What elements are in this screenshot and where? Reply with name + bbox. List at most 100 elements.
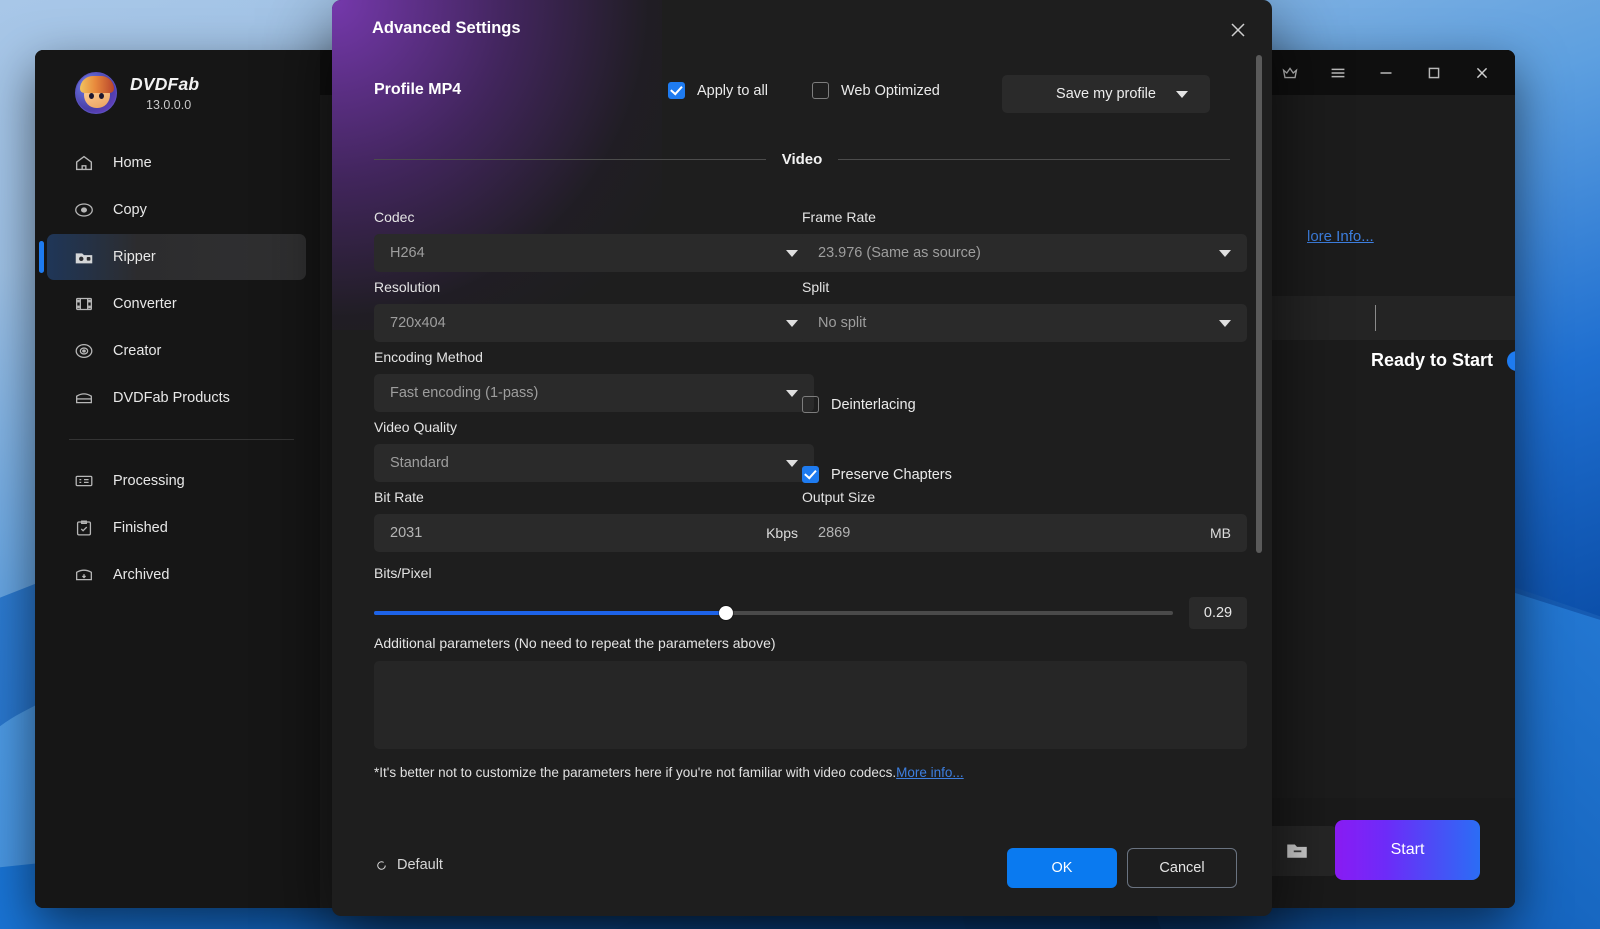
apply-to-all-checkbox[interactable]: Apply to all bbox=[668, 82, 768, 99]
slider-fill bbox=[374, 611, 726, 615]
sidebar-item-label: Copy bbox=[113, 202, 147, 218]
bit-rate-field: Bit Rate 2031 Kbps bbox=[374, 489, 814, 552]
bit-rate-input[interactable]: 2031 Kbps bbox=[374, 514, 814, 552]
profile-row: Profile MP4 Apply to all Web Optimized S… bbox=[332, 75, 1272, 117]
codec-value: H264 bbox=[390, 245, 425, 261]
divider-left bbox=[374, 159, 766, 160]
hamburger-menu-icon[interactable] bbox=[1327, 62, 1349, 84]
sidebar-item-archived[interactable]: Archived bbox=[47, 552, 306, 598]
sidebar-item-label: Home bbox=[113, 155, 152, 171]
video-quality-value: Standard bbox=[390, 455, 449, 471]
background-input-field[interactable] bbox=[1270, 296, 1515, 340]
codec-select[interactable]: H264 bbox=[374, 234, 814, 272]
app-logo-icon bbox=[75, 72, 117, 114]
checkbox-box bbox=[812, 82, 829, 99]
sidebar-item-label: DVDFab Products bbox=[113, 390, 230, 406]
split-label: Split bbox=[802, 279, 830, 295]
codec-label: Codec bbox=[374, 209, 415, 225]
crown-icon[interactable] bbox=[1279, 62, 1301, 84]
desktop-root: DVDFab 13.0.0.0 Home Copy Ripper Convert… bbox=[0, 0, 1600, 929]
ok-button[interactable]: OK bbox=[1007, 848, 1117, 888]
deinterlacing-label: Deinterlacing bbox=[831, 396, 916, 413]
sidebar-item-label: Processing bbox=[113, 473, 185, 489]
film-icon bbox=[73, 293, 95, 315]
sidebar: DVDFab 13.0.0.0 Home Copy Ripper Convert… bbox=[35, 50, 320, 908]
encoding-method-value: Fast encoding (1-pass) bbox=[390, 385, 539, 401]
advanced-settings-dialog: Advanced Settings Profile MP4 Apply to a… bbox=[332, 0, 1272, 916]
dialog-body: Video Codec H264 Frame Rate 23.976 (Same… bbox=[332, 125, 1272, 821]
dialog-scrollbar[interactable] bbox=[1256, 55, 1262, 553]
frame-rate-value: 23.976 (Same as source) bbox=[818, 245, 981, 261]
sidebar-item-dvdfab-products[interactable]: DVDFab Products bbox=[47, 375, 306, 421]
maximize-icon[interactable] bbox=[1423, 62, 1445, 84]
output-size-value: 2869 bbox=[818, 525, 851, 541]
dialog-title: Advanced Settings bbox=[372, 19, 521, 37]
creator-icon bbox=[73, 340, 95, 362]
frame-rate-select[interactable]: 23.976 (Same as source) bbox=[802, 234, 1247, 272]
sidebar-item-label: Creator bbox=[113, 343, 162, 359]
encoding-method-label: Encoding Method bbox=[374, 349, 483, 365]
save-my-profile-dropdown[interactable]: Save my profile bbox=[1002, 75, 1210, 113]
bit-rate-label: Bit Rate bbox=[374, 489, 424, 505]
restore-default-label: Default bbox=[397, 857, 443, 873]
minimize-icon[interactable] bbox=[1375, 62, 1397, 84]
resolution-label: Resolution bbox=[374, 279, 441, 295]
preserve-chapters-checkbox[interactable]: Preserve Chapters bbox=[802, 466, 952, 483]
sidebar-item-ripper[interactable]: Ripper bbox=[39, 234, 306, 280]
preserve-chapters-label: Preserve Chapters bbox=[831, 466, 952, 483]
video-section-header: Video bbox=[374, 151, 1231, 168]
output-size-field: Output Size 2869 MB bbox=[802, 489, 1247, 552]
sidebar-item-label: Converter bbox=[113, 296, 177, 312]
ripper-icon bbox=[73, 246, 95, 268]
output-size-input[interactable]: 2869 MB bbox=[802, 514, 1247, 552]
close-icon[interactable] bbox=[1226, 18, 1250, 42]
list-icon bbox=[73, 470, 95, 492]
bits-per-pixel-value: 0.29 bbox=[1189, 597, 1247, 629]
bits-per-pixel-label: Bits/Pixel bbox=[374, 565, 432, 581]
slider-handle[interactable] bbox=[718, 606, 733, 620]
deinterlacing-checkbox[interactable]: Deinterlacing bbox=[802, 396, 916, 413]
ready-to-start-toggle[interactable] bbox=[1507, 350, 1515, 371]
chevron-down-icon bbox=[786, 390, 798, 397]
sidebar-item-processing[interactable]: Processing bbox=[47, 458, 306, 504]
encoding-method-field: Encoding Method Fast encoding (1-pass) bbox=[374, 349, 814, 412]
bits-per-pixel-field: Bits/Pixel 0.29 bbox=[374, 565, 1247, 629]
output-size-unit: MB bbox=[1210, 525, 1231, 541]
chevron-down-icon bbox=[1219, 320, 1231, 327]
web-optimized-checkbox[interactable]: Web Optimized bbox=[812, 82, 940, 99]
sidebar-item-home[interactable]: Home bbox=[47, 140, 306, 186]
additional-parameters-field: Additional parameters (No need to repeat… bbox=[374, 635, 1247, 749]
encoding-method-select[interactable]: Fast encoding (1-pass) bbox=[374, 374, 814, 412]
video-quality-select[interactable]: Standard bbox=[374, 444, 814, 482]
disc-icon bbox=[73, 199, 95, 221]
video-quality-field: Video Quality Standard bbox=[374, 419, 814, 482]
primary-nav: Home Copy Ripper Converter Creator DVDFa… bbox=[35, 140, 320, 598]
split-field: Split No split bbox=[802, 279, 1247, 342]
sidebar-item-creator[interactable]: Creator bbox=[47, 328, 306, 374]
sidebar-item-copy[interactable]: Copy bbox=[47, 187, 306, 233]
sidebar-item-finished[interactable]: Finished bbox=[47, 505, 306, 551]
split-select[interactable]: No split bbox=[802, 304, 1247, 342]
sidebar-item-label: Ripper bbox=[113, 249, 156, 265]
sidebar-item-converter[interactable]: Converter bbox=[47, 281, 306, 327]
checkbox-box bbox=[802, 466, 819, 483]
more-info-link[interactable]: More info... bbox=[896, 765, 964, 780]
profile-label: Profile MP4 bbox=[374, 81, 462, 98]
codec-hint-label: *It's better not to customize the parame… bbox=[374, 765, 897, 780]
folder-icon bbox=[1284, 838, 1310, 864]
bits-per-pixel-slider[interactable] bbox=[374, 606, 1173, 620]
codec-field: Codec H264 bbox=[374, 209, 814, 272]
save-my-profile-label: Save my profile bbox=[1056, 86, 1156, 102]
cancel-button[interactable]: Cancel bbox=[1127, 848, 1237, 888]
additional-parameters-textarea[interactable] bbox=[374, 661, 1247, 749]
more-info-link-background[interactable]: lore Info... bbox=[1307, 228, 1374, 245]
video-quality-label: Video Quality bbox=[374, 419, 458, 435]
box-icon bbox=[73, 387, 95, 409]
close-icon[interactable] bbox=[1471, 62, 1493, 84]
clipboard-check-icon bbox=[73, 517, 95, 539]
restore-default-button[interactable]: Default bbox=[374, 857, 443, 873]
bit-rate-value: 2031 bbox=[390, 525, 423, 541]
additional-parameters-label: Additional parameters (No need to repeat… bbox=[374, 635, 776, 651]
start-button[interactable]: Start bbox=[1335, 820, 1480, 880]
resolution-select[interactable]: 720x404 bbox=[374, 304, 814, 342]
